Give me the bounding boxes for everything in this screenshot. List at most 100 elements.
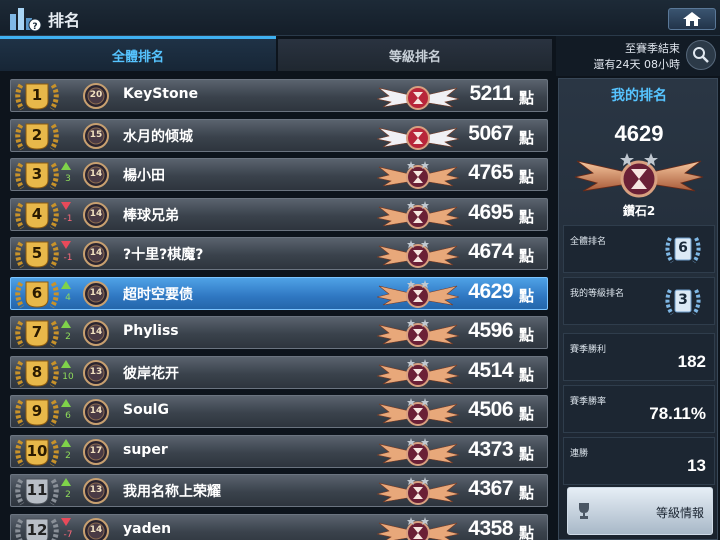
level-info-button[interactable]: 等級情報 [567,487,713,535]
rank-trend: 4 [61,280,73,307]
top-tier-emblem [377,125,459,150]
ranking-row[interactable]: 10 2 17 super 4373 點 [10,434,548,468]
points-unit: 點 [519,128,535,147]
ranking-app-icon: ? [10,8,42,32]
rank-number: 9 [31,402,43,420]
diamond-tier-emblem [377,398,459,426]
player-name: super [123,441,168,458]
player-level: 14 [89,287,103,298]
season-winrate-value: 78.11% [649,404,706,423]
player-level: 14 [89,406,103,416]
player-level: 15 [89,129,103,140]
points-unit: 點 [519,405,535,423]
points-unit: 點 [519,523,535,540]
points-unit: 點 [519,247,535,265]
ranking-row[interactable]: 8 10 13 彼岸花开 4514 點 [10,355,548,389]
season-wins-value: 182 [677,352,706,371]
points-unit: 點 [519,326,535,344]
diamond-tier-emblem [377,516,459,540]
rank-change: 3 [65,174,71,184]
diamond-tier-emblem [377,200,459,229]
ranking-row[interactable]: 9 6 14 SoulG 4506 點 [10,395,548,428]
player-level: 17 [89,445,103,456]
my-ranking-panel: 我的排名 4629 鑽石2 全體排名 6 我的等級排名 3 賽季勝利 182 賽… [558,78,718,540]
diamond-tier-emblem [377,437,459,466]
points-unit: 點 [519,207,535,226]
season-winrate-label: 賽季勝率 [570,397,607,407]
tab-overall-ranking[interactable]: 全體排名 [0,39,276,71]
top-bar: ? 排名 [0,0,720,36]
player-score: 4596 [468,319,513,342]
player-name: ?十里?棋魔? [123,247,204,263]
season-wins-stat: 賽季勝利 182 [563,333,715,381]
rank-trend: -7 [61,517,73,540]
player-level: 13 [89,485,103,495]
diamond-tier-emblem [574,153,704,198]
player-name: 我用名称上荣耀 [123,484,221,500]
tab-level-ranking[interactable]: 等級排名 [278,39,552,71]
points-unit: 點 [519,444,535,463]
diamond-tier-emblem [377,358,459,387]
ranking-row[interactable]: 1 20 KeyStone 5211 點 [10,79,548,112]
player-level: 14 [89,169,103,179]
level-rank-stat: 我的等級排名 3 [563,277,715,325]
overall-rank-value: 6 [678,240,688,256]
player-level: 13 [89,366,103,377]
player-level: 14 [89,524,103,535]
down-arrow-icon [61,201,71,210]
season-end-label: 至賽季結束 [625,42,680,55]
player-name: 水月的倾城 [123,128,193,145]
rank-number: 12 [26,520,48,539]
rank-trend: 6 [61,399,73,425]
home-button[interactable] [668,8,716,30]
diamond-tier-emblem [377,279,459,308]
ranking-row[interactable]: 3 3 14 楊小田 4765 點 [10,158,548,191]
up-arrow-icon [61,359,71,368]
down-arrow-icon [61,241,71,249]
rank-trend: 2 [61,478,73,504]
up-arrow-icon [61,320,71,328]
ranking-row[interactable]: 11 2 13 我用名称上荣耀 4367 點 [10,474,548,507]
rank-change: 2 [65,332,71,342]
points-unit: 點 [519,286,535,305]
page-title: 排名 [48,11,81,30]
ranking-row[interactable]: 12 -7 14 yaden 4358 點 [10,513,548,540]
rank-change: 2 [65,450,71,461]
player-level: 20 [89,90,103,100]
up-arrow-icon [61,399,71,407]
rank-trend: -1 [61,201,73,228]
down-arrow-icon [61,517,71,526]
ranking-row[interactable]: 5 -1 14 ?十里?棋魔? 4674 點 [10,237,548,270]
player-score: 4765 [468,161,513,184]
rank-trend: 2 [61,438,73,465]
player-level: 14 [89,327,103,337]
rank-number: 4 [31,204,43,223]
my-ranking-title: 我的排名 [611,88,667,104]
level-rank-label: 我的等級排名 [570,289,625,299]
player-name: 楊小田 [123,168,165,184]
rank-change: 6 [65,411,71,421]
search-button[interactable] [686,40,716,70]
rank-number: 2 [31,125,43,144]
ranking-row[interactable]: 4 -1 14 棒球兄弟 4695 點 [10,197,548,231]
my-ranking-row[interactable]: 6 4 14 超时空要债 4629 點 [10,276,548,310]
up-arrow-icon [61,438,71,447]
player-score: 4358 [468,516,513,540]
rank-number: 6 [31,283,43,302]
level-info-label: 等級情報 [655,506,704,520]
player-score: 4367 [468,477,513,500]
overall-rank-stat: 全體排名 6 [563,225,715,273]
ranking-row[interactable]: 7 2 14 Phyliss 4596 點 [10,316,548,349]
win-streak-label: 連勝 [570,449,589,459]
points-unit: 點 [519,89,535,107]
win-streak-stat: 連勝 13 [563,437,715,485]
svg-text:?: ? [32,22,37,32]
overall-rank-label: 全體排名 [570,237,607,247]
rank-number: 11 [26,481,48,499]
rank-change: 4 [65,292,71,303]
player-name: yaden [123,520,172,537]
rank-number: 10 [26,441,48,460]
season-winrate-stat: 賽季勝率 78.11% [563,385,715,433]
player-name: 彼岸花开 [123,365,179,382]
ranking-row[interactable]: 2 15 水月的倾城 5067 點 [10,118,548,152]
